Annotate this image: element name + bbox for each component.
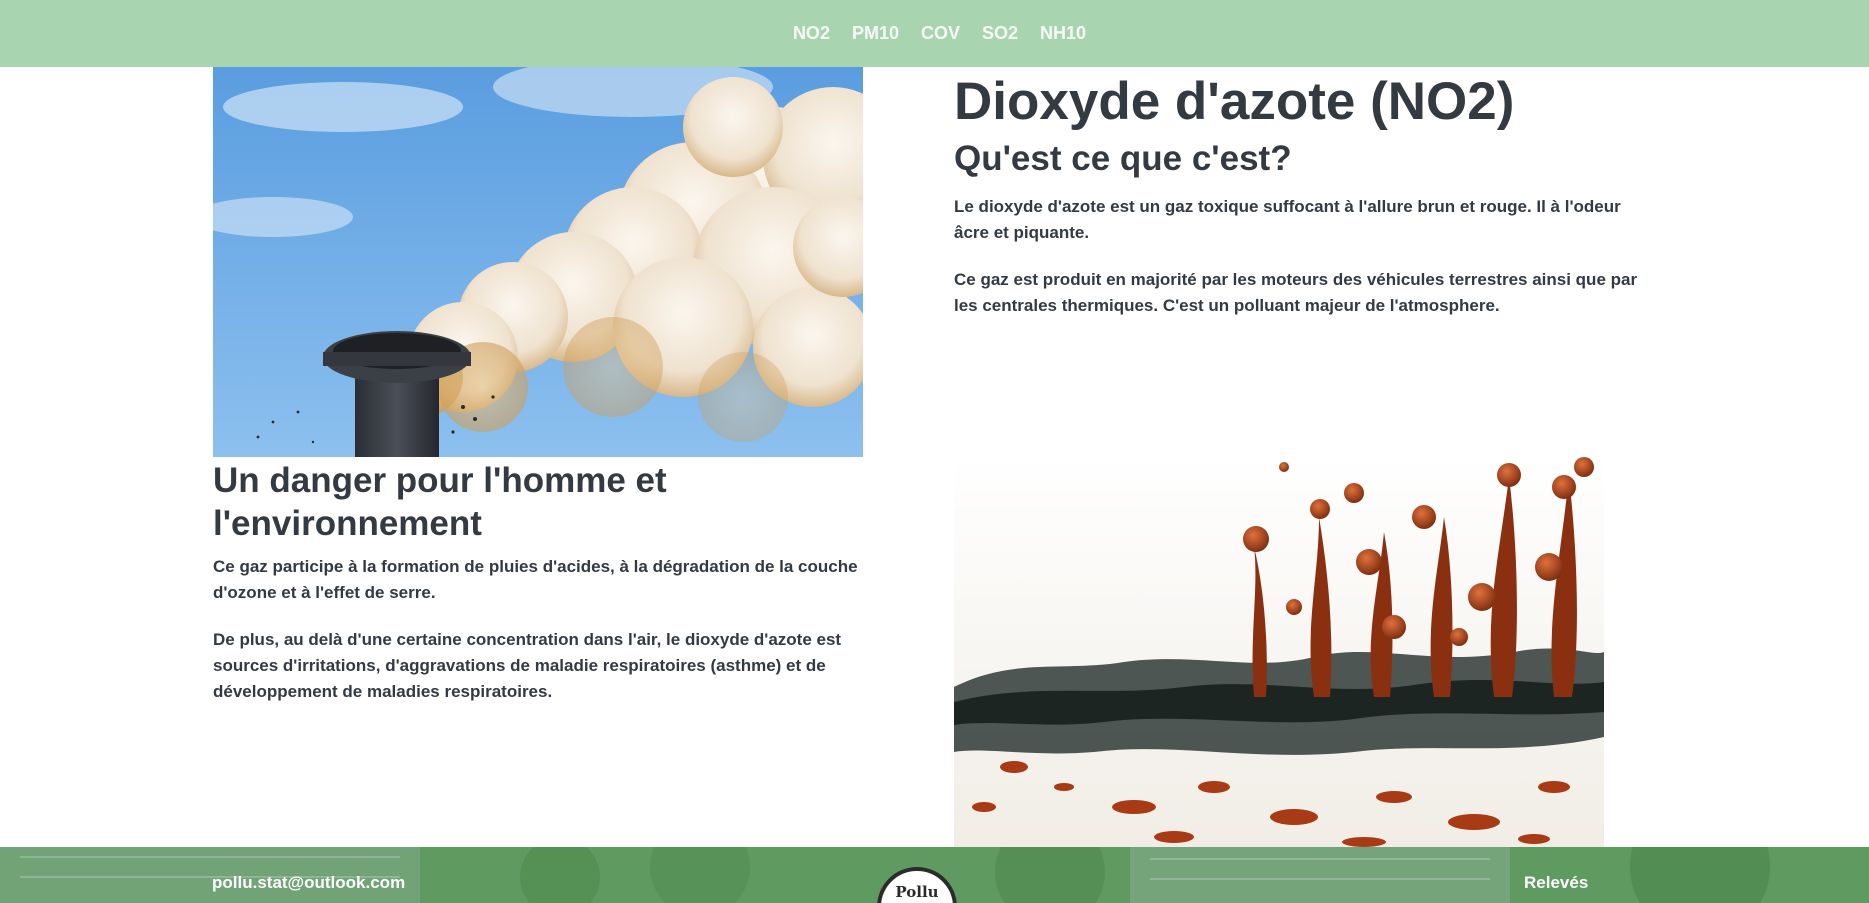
main-content: Dioxyde d'azote (NO2) Qu'est ce que c'es…	[0, 67, 1869, 847]
nav-link-no2[interactable]: NO2	[793, 23, 830, 44]
nav-link-pm10[interactable]: PM10	[852, 23, 899, 44]
nav-link-cov[interactable]: COV	[921, 23, 960, 44]
danger-paragraph-2: De plus, au delà d'une certaine concentr…	[213, 630, 842, 701]
nav-link-so2[interactable]: SO2	[982, 23, 1018, 44]
liquid-splash-image	[954, 457, 1604, 847]
logo-text: Pollu	[895, 883, 939, 901]
page-title: Dioxyde d'azote (NO2)	[954, 72, 1515, 131]
section-heading-what: Qu'est ce que c'est?	[954, 139, 1292, 178]
section-heading-danger: Un danger pour l'homme et l'environnemen…	[213, 461, 667, 543]
danger-paragraph-1: Ce gaz participe à la formation de pluie…	[213, 557, 858, 602]
top-navbar: NO2 PM10 COV SO2 NH10	[0, 0, 1869, 67]
nav-links: NO2 PM10 COV SO2 NH10	[793, 23, 1086, 44]
smokestack-image	[213, 67, 863, 457]
what-paragraph-2: Ce gaz est produit en majorité par les m…	[954, 270, 1638, 315]
contact-email[interactable]: pollu.stat@outlook.com	[212, 873, 405, 893]
footer-link-releves[interactable]: Relevés	[1524, 873, 1588, 893]
footer: pollu.stat@outlook.com Pollu Relevés	[0, 847, 1869, 903]
what-paragraph-1: Le dioxyde d'azote est un gaz toxique su…	[954, 197, 1621, 242]
nav-link-nh10[interactable]: NH10	[1040, 23, 1086, 44]
